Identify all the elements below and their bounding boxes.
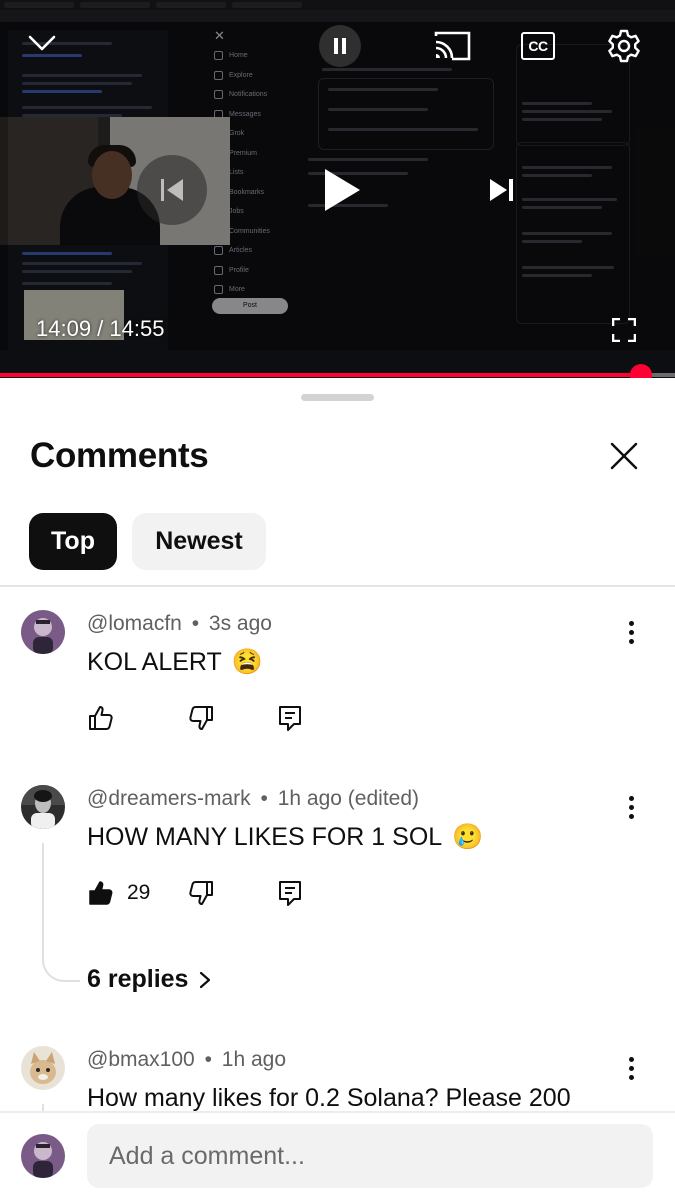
reply-icon <box>279 706 301 731</box>
comment-menu-button[interactable] <box>616 614 646 650</box>
comment-author[interactable]: @dreamers-mark <box>87 787 251 810</box>
comment-meta: @dreamers-mark • 1h ago (edited) <box>87 787 419 811</box>
replies-count: 6 replies <box>87 965 189 993</box>
captions-button[interactable]: CC <box>520 30 556 62</box>
dislike-button[interactable] <box>187 875 215 911</box>
total-time: 14:55 <box>109 316 165 341</box>
next-video-button[interactable] <box>485 170 519 210</box>
thread-line <box>42 843 80 982</box>
meta-separator: • <box>191 612 200 635</box>
reply-button[interactable] <box>277 875 303 911</box>
view-replies-button[interactable]: 6 replies <box>87 965 212 994</box>
my-avatar <box>21 1134 65 1178</box>
pause-button[interactable] <box>319 25 361 67</box>
add-comment-input[interactable] <box>87 1124 653 1188</box>
reply-button[interactable] <box>277 700 303 736</box>
thumbs-down-icon <box>189 706 213 730</box>
comment-actions: 29 <box>87 875 387 915</box>
dislike-button[interactable] <box>187 700 215 736</box>
close-icon <box>610 442 638 470</box>
play-button[interactable] <box>317 162 367 218</box>
pause-icon <box>334 38 346 54</box>
emoji: 🥲 <box>452 823 484 851</box>
avatar[interactable] <box>21 610 65 654</box>
like-button[interactable] <box>87 700 115 736</box>
tab-newest[interactable]: Newest <box>132 513 266 570</box>
cast-button[interactable] <box>430 28 474 64</box>
skip-next-icon <box>490 179 513 201</box>
comment-text: KOL ALERT 😫 <box>87 648 263 677</box>
current-time: 14:09 <box>36 316 92 341</box>
comment-menu-button[interactable] <box>616 1050 646 1086</box>
comment-body: KOL ALERT <box>87 648 222 676</box>
comment-author[interactable]: @bmax100 <box>87 1048 195 1071</box>
emoji: 😫 <box>231 648 263 676</box>
play-icon <box>325 169 360 211</box>
comment-input-bar <box>0 1113 675 1200</box>
avatar[interactable] <box>21 785 65 829</box>
comment-text: How many likes for 0.2 Solana? Please 20… <box>87 1084 571 1113</box>
gear-icon <box>608 29 640 63</box>
like-button[interactable]: 29 <box>87 875 150 911</box>
comment-author[interactable]: @lomacfn <box>87 612 182 635</box>
comment-body: How many likes for 0.2 Solana? Please 20… <box>87 1084 571 1112</box>
comment-menu-button[interactable] <box>616 789 646 825</box>
comment-body: HOW MANY LIKES FOR 1 SOL <box>87 823 443 851</box>
chevron-down-icon <box>28 35 56 51</box>
collapse-chevron-button[interactable] <box>22 28 62 58</box>
comment-meta: @bmax100 • 1h ago <box>87 1048 286 1072</box>
video-player[interactable]: ✕ Home Explore Notifications Messages Grok Pr… <box>0 0 675 378</box>
previous-video-button[interactable] <box>137 155 207 225</box>
comment-text: HOW MANY LIKES FOR 1 SOL 🥲 <box>87 823 483 852</box>
thumbs-down-icon <box>189 881 213 905</box>
fullscreen-button[interactable] <box>608 314 640 346</box>
sheet-drag-handle[interactable] <box>301 394 374 401</box>
skip-previous-icon <box>161 179 183 201</box>
playback-time: 14:09 / 14:55 <box>36 316 164 342</box>
reply-icon <box>279 881 301 906</box>
progress-bar[interactable] <box>0 364 675 378</box>
tab-top[interactable]: Top <box>29 513 117 570</box>
comment-time: 1h ago <box>221 1048 286 1071</box>
meta-separator: • <box>260 787 268 810</box>
close-button[interactable] <box>604 436 644 476</box>
comment-time: 1h ago (edited) <box>277 787 420 810</box>
fullscreen-icon <box>612 318 636 342</box>
tabs-divider <box>0 585 675 587</box>
progress-fill <box>0 373 641 377</box>
thumbs-up-icon <box>89 706 113 730</box>
chevron-right-icon <box>200 971 211 988</box>
avatar[interactable] <box>21 1046 65 1090</box>
comment-actions <box>87 700 387 740</box>
time-separator: / <box>91 316 110 341</box>
comments-sheet: Comments Top Newest @lomacfn • 3s ago KO… <box>0 380 675 1200</box>
meta-separator: • <box>204 1048 212 1071</box>
progress-scrubber[interactable] <box>629 364 652 378</box>
cc-icon: CC <box>521 32 555 60</box>
thumbs-up-filled-icon <box>89 881 113 905</box>
settings-button[interactable] <box>603 25 645 67</box>
comment-time: 3s ago <box>208 612 272 635</box>
cast-icon <box>434 31 471 61</box>
comment-meta: @lomacfn • 3s ago <box>87 612 272 636</box>
sheet-title: Comments <box>30 436 209 475</box>
like-count: 29 <box>127 881 151 904</box>
